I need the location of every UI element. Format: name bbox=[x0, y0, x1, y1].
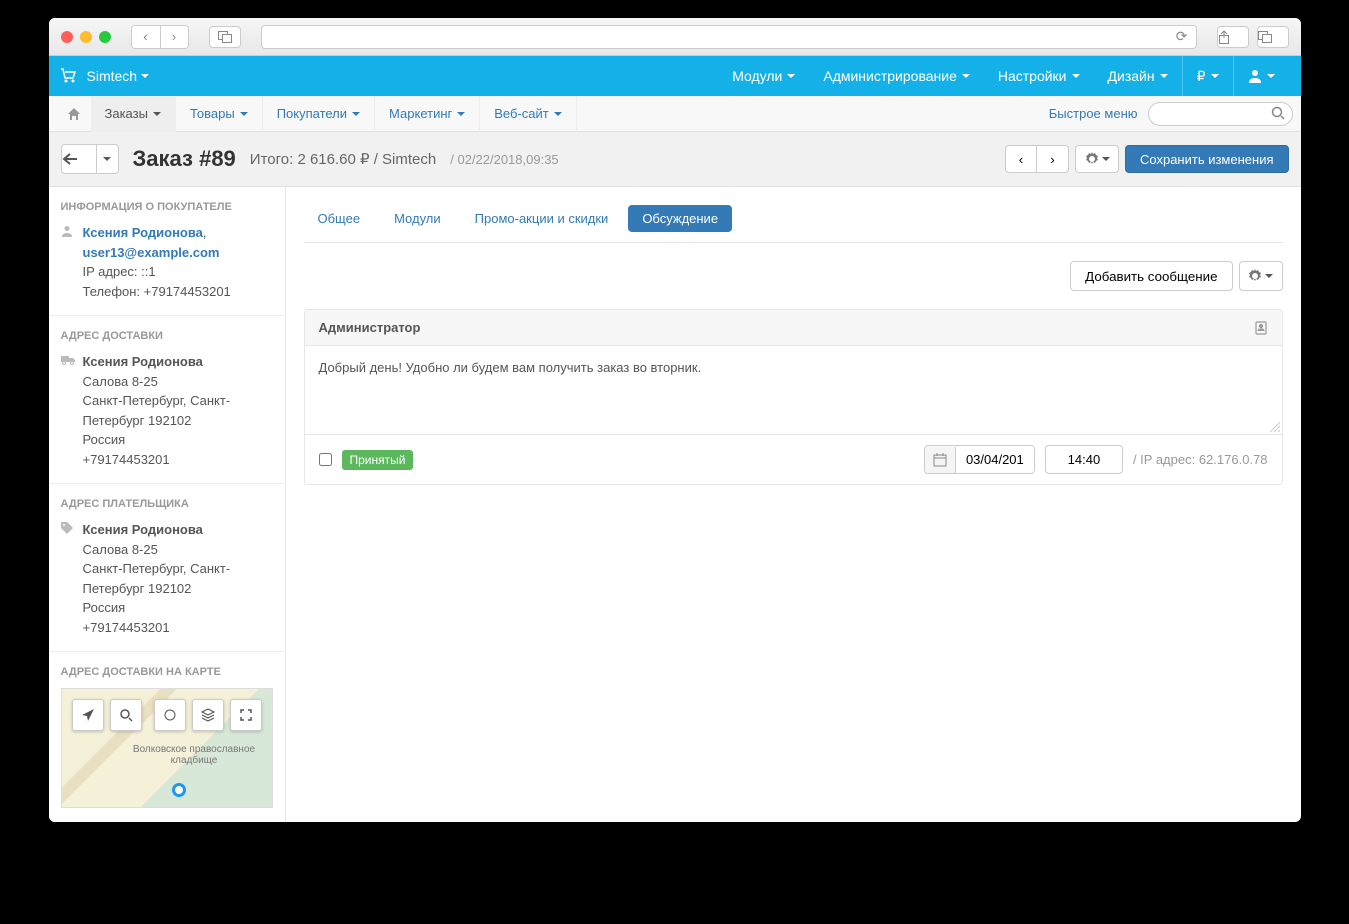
browser-tabs2-icon[interactable] bbox=[1257, 26, 1289, 48]
tab-promo[interactable]: Промо-акции и скидки bbox=[461, 205, 623, 232]
tab-modules[interactable]: Модули bbox=[380, 205, 455, 232]
caret-icon bbox=[141, 74, 149, 78]
search-icon[interactable] bbox=[1271, 106, 1285, 120]
nav-orders[interactable]: Заказы bbox=[91, 96, 176, 132]
add-message-button[interactable]: Добавить сообщение bbox=[1070, 261, 1232, 291]
tag-icon bbox=[61, 522, 75, 637]
sidebar: ИНФОРМАЦИЯ О ПОКУПАТЕЛЕ Ксения Родионова… bbox=[49, 187, 286, 822]
main-content: Общее Модули Промо-акции и скидки Обсужд… bbox=[286, 187, 1301, 822]
sb-shipping-title: АДРЕС ДОСТАВКИ bbox=[61, 330, 273, 342]
date-input[interactable] bbox=[956, 446, 1034, 473]
next-order[interactable]: › bbox=[1037, 145, 1069, 173]
customer-phone: Телефон: +79174453201 bbox=[83, 284, 231, 299]
browser-share-icon[interactable] bbox=[1217, 26, 1249, 48]
order-title: Заказ #89 bbox=[133, 146, 236, 172]
map-marker bbox=[172, 783, 186, 797]
billing-addr2: Санкт-Петербург, Санкт-Петербург 192102 bbox=[83, 561, 231, 596]
back-dropdown[interactable] bbox=[97, 144, 119, 174]
customer-ip: IP адрес: ::1 bbox=[83, 264, 156, 279]
order-date: / 02/22/2018,09:35 bbox=[450, 152, 558, 167]
shipping-addr2: Санкт-Петербург, Санкт-Петербург 192102 bbox=[83, 393, 231, 428]
sb-billing-title: АДРЕС ПЛАТЕЛЬЩИКА bbox=[61, 498, 273, 510]
browser-back[interactable]: ‹ bbox=[132, 26, 160, 48]
billing-country: Россия bbox=[83, 600, 126, 615]
message-author: Администратор bbox=[319, 320, 421, 335]
browser-tabs-icon[interactable] bbox=[209, 26, 241, 48]
map-widget[interactable]: Волковское православное кладбище bbox=[61, 688, 273, 808]
home-icon[interactable] bbox=[57, 107, 91, 121]
customer-email-link[interactable]: user13@example.com bbox=[83, 245, 220, 260]
back-button[interactable] bbox=[61, 144, 97, 174]
resize-handle-icon[interactable] bbox=[1270, 422, 1280, 432]
discussion-gear-dropdown[interactable] bbox=[1239, 261, 1283, 291]
map-fullscreen-icon[interactable] bbox=[230, 699, 262, 731]
sb-map-title: АДРЕС ДОСТАВКИ НА КАРТЕ bbox=[61, 666, 273, 678]
calendar-icon[interactable] bbox=[925, 447, 956, 473]
reload-icon[interactable]: ⟳ bbox=[1176, 28, 1188, 45]
browser-forward[interactable]: › bbox=[160, 26, 188, 48]
brand-dropdown[interactable]: Simtech bbox=[87, 68, 150, 84]
top-menu-currency[interactable]: ₽ bbox=[1182, 56, 1233, 96]
message-card-icon[interactable] bbox=[1254, 321, 1268, 335]
shipping-addr1: Салова 8-25 bbox=[83, 374, 158, 389]
top-menu-design[interactable]: Дизайн bbox=[1094, 56, 1182, 96]
shipping-name: Ксения Родионова bbox=[83, 354, 203, 369]
browser-url-bar[interactable]: ⟳ bbox=[261, 25, 1197, 49]
prev-order[interactable]: ‹ bbox=[1005, 145, 1037, 173]
shipping-phone: +79174453201 bbox=[83, 452, 170, 467]
ip-info: / IP адрес: 62.176.0.78 bbox=[1133, 452, 1268, 467]
map-label: Волковское православное кладбище bbox=[117, 744, 272, 766]
nav-products[interactable]: Товары bbox=[176, 96, 263, 132]
top-menu-settings[interactable]: Настройки bbox=[984, 56, 1094, 96]
map-layers-icon[interactable] bbox=[192, 699, 224, 731]
search-box[interactable] bbox=[1148, 102, 1293, 126]
save-button[interactable]: Сохранить изменения bbox=[1125, 145, 1289, 173]
sb-customer-title: ИНФОРМАЦИЯ О ПОКУПАТЕЛЕ bbox=[61, 201, 273, 213]
macos-maximize[interactable] bbox=[99, 31, 111, 43]
brand-label: Simtech bbox=[87, 68, 138, 84]
quick-menu[interactable]: Быстрое меню bbox=[1039, 106, 1148, 121]
tab-general[interactable]: Общее bbox=[304, 205, 375, 232]
nav-marketing[interactable]: Маркетинг bbox=[375, 96, 480, 132]
billing-addr1: Салова 8-25 bbox=[83, 542, 158, 557]
nav-website[interactable]: Веб-сайт bbox=[480, 96, 576, 132]
shipping-country: Россия bbox=[83, 432, 126, 447]
macos-close[interactable] bbox=[61, 31, 73, 43]
subheader: Заказ #89 Итого: 2 616.60 ₽ / Simtech / … bbox=[49, 132, 1301, 187]
map-search-icon[interactable] bbox=[110, 699, 142, 731]
top-bar: Simtech Модули Администрирование Настрой… bbox=[49, 56, 1301, 96]
status-badge[interactable]: Принятый bbox=[342, 450, 414, 470]
truck-icon bbox=[61, 354, 75, 469]
cart-icon bbox=[61, 68, 77, 84]
billing-name: Ксения Родионова bbox=[83, 522, 203, 537]
nav-customers[interactable]: Покупатели bbox=[263, 96, 375, 132]
billing-phone: +79174453201 bbox=[83, 620, 170, 635]
top-menu-admin[interactable]: Администрирование bbox=[809, 56, 984, 96]
menu-bar: Заказы Товары Покупатели Маркетинг Веб-с… bbox=[49, 96, 1301, 132]
top-menu-modules[interactable]: Модули bbox=[718, 56, 809, 96]
time-input[interactable] bbox=[1045, 445, 1123, 474]
top-menu-user[interactable] bbox=[1233, 56, 1289, 96]
customer-name-link[interactable]: Ксения Родионова bbox=[83, 225, 203, 240]
user-icon bbox=[61, 225, 75, 301]
order-gear-dropdown[interactable] bbox=[1075, 145, 1119, 173]
message-block: Администратор Добрый день! Удобно ли буд… bbox=[304, 309, 1283, 485]
message-text[interactable]: Добрый день! Удобно ли будем вам получит… bbox=[319, 360, 1268, 420]
map-locate-icon[interactable] bbox=[72, 699, 104, 731]
date-input-group[interactable] bbox=[924, 445, 1035, 474]
map-basemap-icon[interactable] bbox=[154, 699, 186, 731]
order-total: Итого: 2 616.60 ₽ / Simtech bbox=[250, 150, 436, 168]
tab-discussion[interactable]: Обсуждение bbox=[628, 205, 732, 232]
message-checkbox[interactable] bbox=[319, 453, 332, 466]
macos-minimize[interactable] bbox=[80, 31, 92, 43]
macos-titlebar: ‹ › ⟳ bbox=[49, 18, 1301, 56]
